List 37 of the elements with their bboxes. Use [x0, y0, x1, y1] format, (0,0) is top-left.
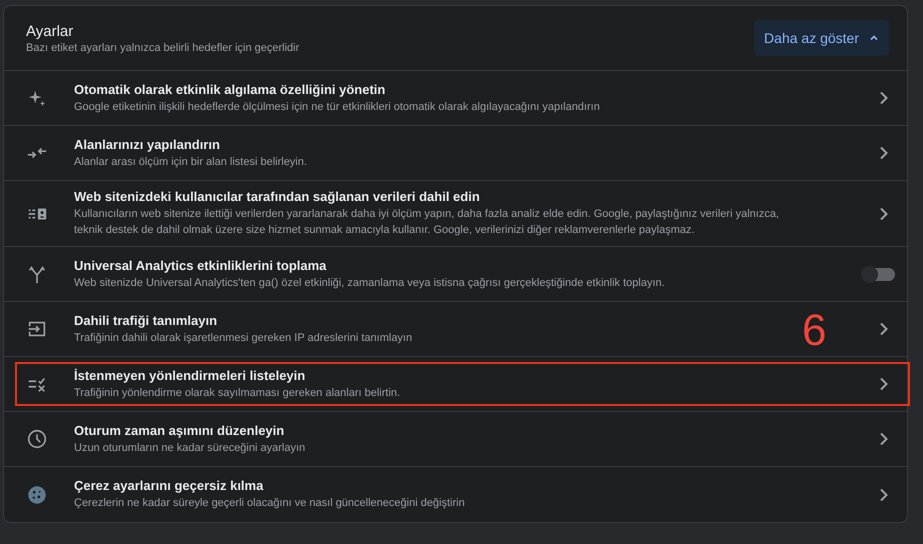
row-description: Trafiğinin dahili olarak işaretlenmesi gereken IP adreslerini tanımlayın: [74, 330, 412, 346]
settings-row[interactable]: Otomatik olarak etkinlik algılama özelliğini yönetin Google etiketinin ilişkili hedeflerde ölçülmesi için ne tür etkinlikleri otomatik olarak algılayacağını yapılandırın: [4, 71, 907, 126]
caret-icon: [869, 33, 879, 43]
row-description: Uzun oturumların ne kadar süreceğini ayarlayın: [74, 440, 306, 456]
clock-icon: [26, 428, 48, 450]
chevron-right-icon: [879, 322, 889, 336]
row-title: Universal Analytics etkinliklerini toplama: [74, 258, 326, 272]
cookie-icon: [26, 484, 48, 506]
settings-row[interactable]: İstenmeyen yönlendirmeleri listeleyin Trafiğinin yönlendirme olarak sayılmaması gereken alanları belirtin.: [4, 357, 907, 412]
chevron-right-icon: [879, 488, 889, 502]
row-description: Trafiğinin yönlendirme olarak sayılmaması gereken alanları belirtin.: [74, 386, 400, 400]
row-title: Web sitenizdeki kullanıcılar tarafından sağlanan verileri dahil edin: [74, 189, 480, 204]
show-less-button[interactable]: Daha az göster: [754, 20, 889, 56]
row-title: Dahili trafiği tanımlayın: [74, 312, 218, 328]
row-description: Google etiketinin ilişkili hedeflerde ölçülmesi için ne tür etkinlikleri otomatik olarak algılayacağını yapılandırın: [74, 100, 600, 114]
row-description: Web sitenizde Universal Analytics'ten ga() özel etkinliği, zamanlama veya istisna çağrısı gerçekleştiğinde etkinlik toplayın.: [74, 276, 665, 290]
row-description: Kullanıcıların web sitenize ilettiği verilerden yararlanarak daha iyi ölçüm yapın, daha fazla analiz elde edin. Google, paylaştığınız verileri yalnızca, teknik destek de dahil olmak üzere size hizmet sunmak amacıyla kullanır. Google, verilerinizi diğer reklamverenlerle paylaşmaz.: [74, 207, 780, 238]
chevron-right-icon: [879, 91, 889, 105]
row-description: Alanlar arası ölçüm için bir alan listesi belirleyin.: [74, 154, 307, 170]
settings-row[interactable]: Universal Analytics etkinliklerini toplama Web sitenizde Universal Analytics'ten ga() özel etkinliği, zamanlama veya istisna çağrısı gerçekleştiğinde etkinlik toplayın.: [4, 247, 907, 302]
chevron-right-icon: [879, 377, 889, 391]
row-title: İstenmeyen yönlendirmeleri listeleyin: [74, 368, 306, 382]
card-title: Ayarlar: [26, 22, 74, 40]
row-description: Çerezlerin ne kadar süreyle geçerli olacağını ve nasıl güncelleneceğini değiştirin: [74, 496, 465, 511]
row-title: Oturum zaman aşımını düzenleyin: [74, 422, 284, 438]
card-subtitle: Bazı etiket ayarları yalnızca belirli hedefler için geçerlidir: [26, 42, 300, 54]
settings-row[interactable]: Oturum zaman aşımını düzenleyin Uzun oturumların ne kadar süreceğini ayarlayın: [4, 412, 907, 467]
annotation-number: 6: [802, 309, 826, 353]
chevron-right-icon: [879, 206, 889, 220]
row-title: Çerez ayarlarını geçersiz kılma: [74, 478, 264, 493]
chevron-right-icon: [879, 146, 889, 160]
settings-row[interactable]: Alanlarınızı yapılandırın Alanlar arası ölçüm için bir alan listesi belirleyin.: [4, 126, 907, 181]
settings-row[interactable]: Çerez ayarlarını geçersiz kılma Çerezlerin ne kadar süreyle geçerli olacağını ve nasıl güncelleneceğini değiştirin: [4, 467, 907, 522]
row-title: Alanlarınızı yapılandırın: [74, 136, 220, 152]
toggle-switch[interactable]: [863, 268, 895, 280]
row-title: Otomatik olarak etkinlik algılama özelliğini yönetin: [74, 82, 386, 96]
chevron-right-icon: [879, 432, 889, 446]
